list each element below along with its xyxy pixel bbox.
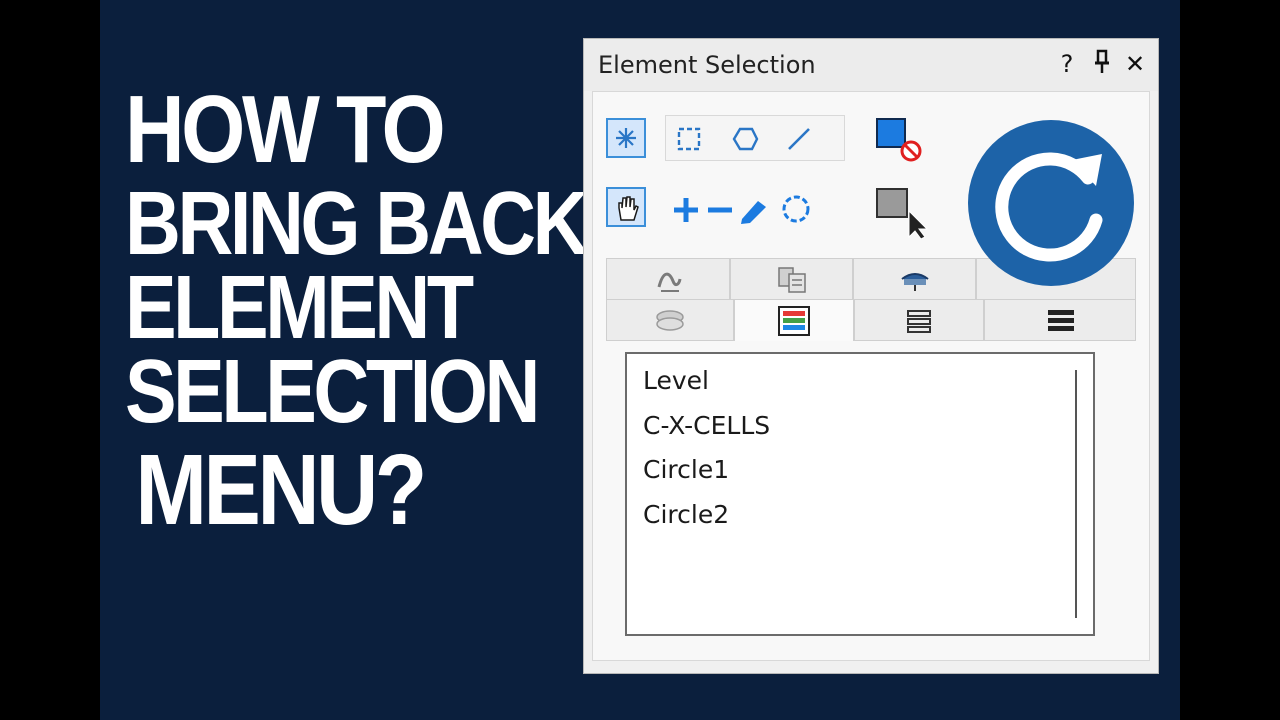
list-scrollbar[interactable]: [1075, 370, 1077, 618]
models-icon: [901, 273, 929, 291]
tab-properties[interactable]: [730, 258, 853, 300]
help-button[interactable]: ?: [1054, 49, 1080, 79]
tab-line-styles[interactable]: [854, 299, 984, 341]
close-button[interactable]: ✕: [1122, 49, 1148, 79]
circle-select-icon[interactable]: [779, 192, 813, 226]
headline-line-5: MENU?: [135, 434, 427, 546]
refresh-icon: [995, 152, 1103, 262]
tab-levels[interactable]: [734, 299, 854, 341]
dialog-title: Element Selection: [598, 51, 816, 79]
properties-icon: [778, 267, 806, 293]
pencil-icon[interactable]: [738, 195, 770, 225]
list-item[interactable]: Circle2: [643, 500, 729, 529]
add-icon[interactable]: [671, 195, 701, 225]
pin-icon: [1095, 49, 1109, 73]
refresh-badge: [968, 120, 1134, 286]
hand-select-button[interactable]: [606, 187, 646, 227]
element-types-icon: [656, 310, 684, 331]
clear-selection-icon: [876, 118, 922, 162]
snowflake-select-icon: [616, 128, 636, 148]
dialog-titlebar[interactable]: Element Selection ? ✕: [584, 39, 1158, 91]
selection-cursor-button[interactable]: [875, 187, 935, 240]
pin-button[interactable]: [1089, 49, 1115, 79]
list-item[interactable]: C-X-CELLS: [643, 411, 770, 440]
line-select-icon[interactable]: [786, 126, 812, 152]
rectangle-select-icon[interactable]: [676, 126, 702, 152]
tab-models[interactable]: [853, 258, 976, 300]
headline: HOW TO BRING BACK ELEMENT SELECTION MENU…: [125, 76, 589, 547]
level-list[interactable]: Level C-X-CELLS Circle1 Circle2: [625, 352, 1095, 636]
headline-line-3: ELEMENT: [125, 258, 474, 358]
selection-shape-group: [665, 115, 845, 161]
selection-cursor-icon: [876, 188, 929, 240]
levels-icon: [778, 306, 810, 336]
headline-line-2: BRING BACK: [125, 174, 589, 274]
tab-attributes[interactable]: [606, 258, 730, 300]
list-item[interactable]: Circle1: [643, 455, 729, 484]
attributes-icon: [657, 272, 682, 292]
line-styles-icon: [907, 310, 931, 333]
line-weights-icon: [1048, 310, 1074, 331]
tab-line-weights[interactable]: [984, 299, 1136, 341]
tab-element-types[interactable]: [606, 299, 734, 341]
filter-tabs-row-2: [606, 299, 1136, 341]
headline-line-1: HOW TO: [125, 76, 446, 183]
shape-select-icon[interactable]: [731, 126, 759, 152]
snowflake-select-button[interactable]: [606, 118, 646, 158]
clear-selection-button[interactable]: [875, 117, 931, 167]
headline-line-4: SELECTION: [125, 342, 540, 442]
hand-select-icon: [618, 196, 639, 221]
list-item[interactable]: Level: [643, 366, 709, 395]
subtract-icon[interactable]: [705, 195, 735, 225]
